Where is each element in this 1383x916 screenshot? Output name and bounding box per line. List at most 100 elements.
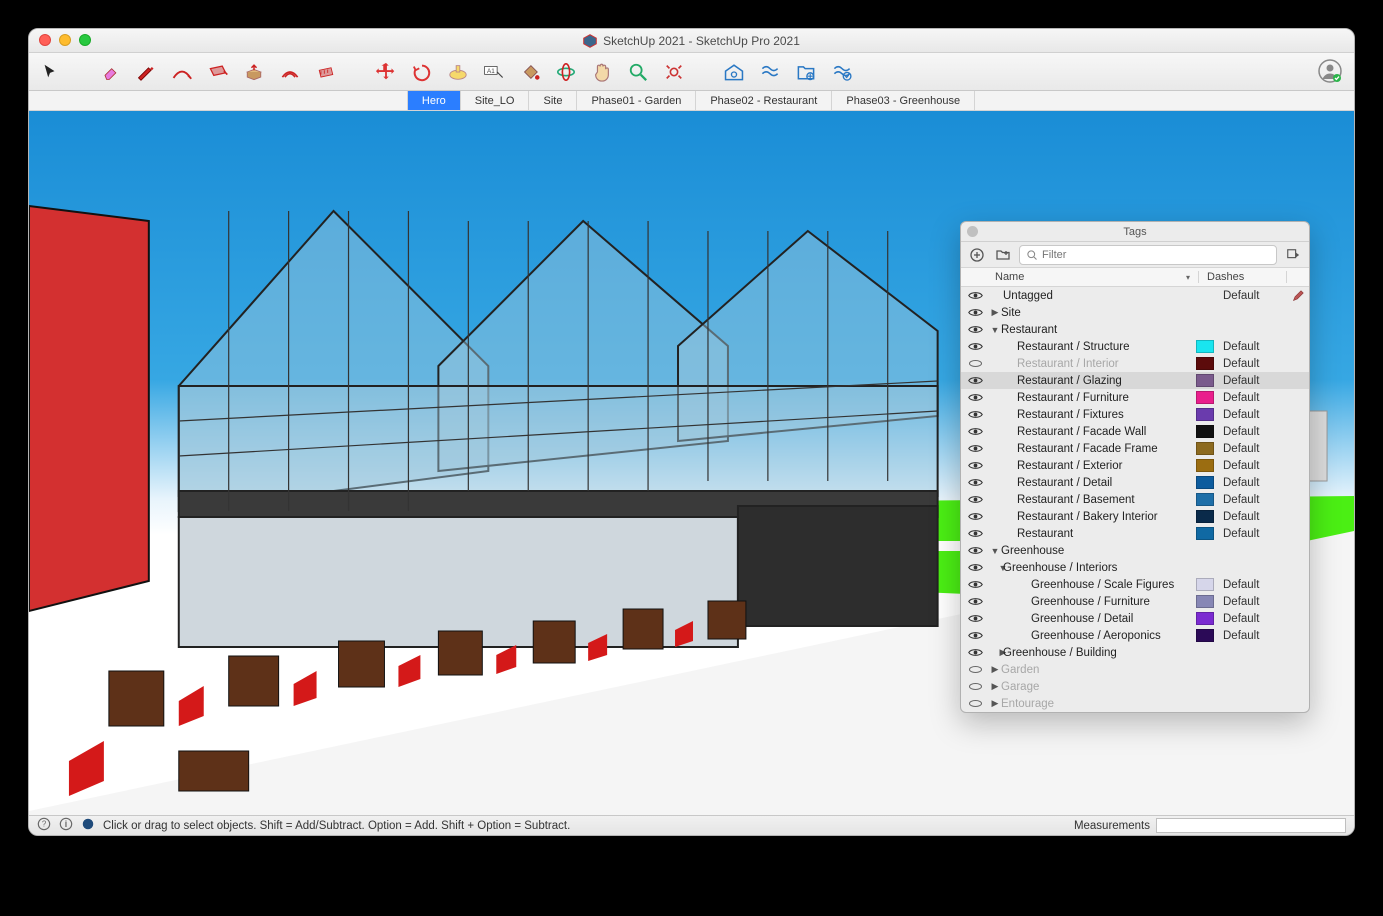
tag-dashes-value[interactable]: Default [1217, 460, 1287, 472]
minimize-window-button[interactable] [59, 34, 71, 46]
tag-row[interactable]: UntaggedDefault [961, 287, 1309, 304]
scene-tab-phase02-restaurant[interactable]: Phase02 - Restaurant [695, 91, 832, 110]
tag-visibility-toggle[interactable] [961, 410, 989, 419]
zoom-tool[interactable] [627, 61, 649, 83]
tag-visibility-toggle[interactable] [961, 700, 989, 707]
warehouse-button[interactable] [723, 61, 745, 83]
tag-color-swatch[interactable] [1196, 357, 1214, 370]
pan-tool[interactable] [591, 61, 613, 83]
tag-visibility-toggle[interactable] [961, 444, 989, 453]
tag-expand-toggle[interactable]: ▶ [989, 664, 1001, 675]
tag-visibility-toggle[interactable] [961, 495, 989, 504]
rotate-tool[interactable] [411, 61, 433, 83]
tag-color-swatch[interactable] [1196, 493, 1214, 506]
push-pull-tool[interactable] [243, 61, 265, 83]
tag-row[interactable]: Restaurant / Facade FrameDefault [961, 440, 1309, 457]
offset-tool[interactable] [279, 61, 301, 83]
tag-visibility-toggle[interactable] [961, 666, 989, 673]
tag-visibility-toggle[interactable] [961, 597, 989, 606]
tag-dashes-value[interactable]: Default [1217, 358, 1287, 370]
tag-visibility-toggle[interactable] [961, 580, 989, 589]
eraser-tool[interactable] [99, 61, 121, 83]
tag-dashes-value[interactable]: Default [1217, 392, 1287, 404]
tag-row[interactable]: Restaurant / StructureDefault [961, 338, 1309, 355]
tag-row[interactable]: ▼Restaurant [961, 321, 1309, 338]
help-icon[interactable]: ? [37, 817, 51, 834]
scene-tab-phase03-greenhouse[interactable]: Phase03 - Greenhouse [831, 91, 975, 110]
tag-visibility-toggle[interactable] [961, 291, 989, 300]
extension-warehouse-button[interactable] [759, 61, 781, 83]
zoom-extents-tool[interactable] [663, 61, 685, 83]
tag-visibility-toggle[interactable] [961, 342, 989, 351]
tag-expand-toggle[interactable]: ▶ [989, 307, 1001, 318]
tag-visibility-toggle[interactable] [961, 631, 989, 640]
zoom-window-button[interactable] [79, 34, 91, 46]
tag-visibility-toggle[interactable] [961, 648, 989, 657]
model-viewport[interactable]: Tags Name▾ Dashes UntaggedDefault▶Site▼R… [29, 111, 1354, 817]
tags-panel[interactable]: Tags Name▾ Dashes UntaggedDefault▶Site▼R… [960, 221, 1310, 713]
account-profile-button[interactable] [1318, 59, 1342, 83]
tag-dashes-value[interactable]: Default [1217, 443, 1287, 455]
tag-visibility-toggle[interactable] [961, 478, 989, 487]
select-arrow-tool[interactable] [39, 61, 61, 83]
tag-visibility-toggle[interactable] [961, 376, 989, 385]
tag-visibility-toggle[interactable] [961, 461, 989, 470]
tag-dashes-value[interactable]: Default [1217, 375, 1287, 387]
scene-tab-site[interactable]: Site [528, 91, 577, 110]
tag-dashes-value[interactable]: Default [1217, 511, 1287, 523]
tag-row[interactable]: Restaurant / Facade WallDefault [961, 423, 1309, 440]
add-tag-folder-button[interactable] [993, 245, 1013, 265]
tags-panel-menu-button[interactable] [1283, 245, 1303, 265]
tag-visibility-toggle[interactable] [961, 325, 989, 334]
tag-color-swatch[interactable] [1196, 476, 1214, 489]
tag-color-swatch[interactable] [1196, 459, 1214, 472]
tag-visibility-toggle[interactable] [961, 427, 989, 436]
tag-expand-toggle[interactable]: ▶ [989, 681, 1001, 692]
tag-expand-toggle[interactable]: ▼ [989, 563, 1003, 573]
tag-row[interactable]: ▼Greenhouse [961, 542, 1309, 559]
tag-color-swatch[interactable] [1196, 425, 1214, 438]
scene-tab-site-lo[interactable]: Site_LO [460, 91, 530, 110]
tag-color-swatch[interactable] [1196, 374, 1214, 387]
tag-edit-button[interactable] [1287, 290, 1309, 302]
tag-row[interactable]: ▶Greenhouse / Building [961, 644, 1309, 661]
tag-color-swatch[interactable] [1196, 612, 1214, 625]
tag-row[interactable]: Restaurant / Bakery InteriorDefault [961, 508, 1309, 525]
tag-dashes-value[interactable]: Default [1217, 341, 1287, 353]
add-tag-button[interactable] [967, 245, 987, 265]
tag-dashes-value[interactable]: Default [1217, 290, 1287, 302]
scale-tool[interactable] [447, 61, 469, 83]
tag-row[interactable]: Restaurant / BasementDefault [961, 491, 1309, 508]
tag-row[interactable]: Greenhouse / AeroponicsDefault [961, 627, 1309, 644]
geo-location-icon[interactable] [81, 817, 95, 834]
tag-dashes-value[interactable]: Default [1217, 613, 1287, 625]
tag-color-swatch[interactable] [1196, 510, 1214, 523]
tag-dashes-value[interactable]: Default [1217, 528, 1287, 540]
tag-expand-toggle[interactable]: ▼ [989, 325, 1001, 335]
tape-measure-tool[interactable] [315, 61, 337, 83]
tag-visibility-toggle[interactable] [961, 546, 989, 555]
measurements-input[interactable] [1156, 818, 1346, 833]
tag-expand-toggle[interactable]: ▼ [989, 546, 1001, 556]
tag-row[interactable]: Greenhouse / FurnitureDefault [961, 593, 1309, 610]
tag-dashes-value[interactable]: Default [1217, 426, 1287, 438]
tag-row[interactable]: ▼Greenhouse / Interiors [961, 559, 1309, 576]
tag-visibility-toggle[interactable] [961, 529, 989, 538]
tag-row[interactable]: Greenhouse / Scale FiguresDefault [961, 576, 1309, 593]
tag-row[interactable]: Restaurant / FurnitureDefault [961, 389, 1309, 406]
scene-tab-hero[interactable]: Hero [407, 91, 461, 110]
tag-color-swatch[interactable] [1196, 527, 1214, 540]
tag-visibility-toggle[interactable] [961, 683, 989, 690]
tags-dashes-column-header[interactable]: Dashes [1199, 271, 1287, 283]
tag-visibility-toggle[interactable] [961, 360, 989, 367]
instructor-icon[interactable]: i [59, 817, 73, 834]
move-tool[interactable] [375, 61, 397, 83]
tag-color-swatch[interactable] [1196, 629, 1214, 642]
tag-color-swatch[interactable] [1196, 391, 1214, 404]
tag-row[interactable]: Restaurant / FixturesDefault [961, 406, 1309, 423]
tag-dashes-value[interactable]: Default [1217, 630, 1287, 642]
tag-dashes-value[interactable]: Default [1217, 579, 1287, 591]
tag-visibility-toggle[interactable] [961, 614, 989, 623]
arc-tool[interactable] [171, 61, 193, 83]
tag-dashes-value[interactable]: Default [1217, 477, 1287, 489]
